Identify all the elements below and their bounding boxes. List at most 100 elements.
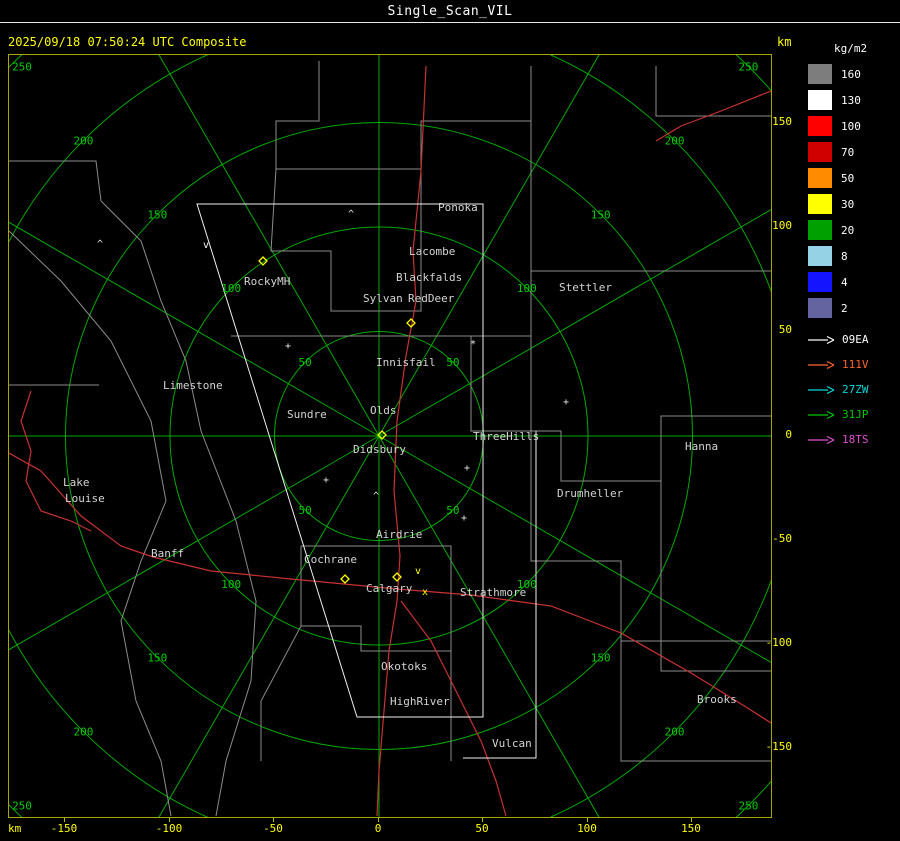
- x-axis-tick-label: -100: [155, 822, 183, 835]
- x-axis-tick-label: 0: [374, 822, 382, 835]
- legend-color-swatch: [808, 168, 832, 188]
- x-axis-tick-label: -50: [263, 822, 283, 835]
- county-boundary: [275, 61, 532, 170]
- legend-value-label: 8: [841, 249, 848, 263]
- x-axis-tick-label: 50: [475, 822, 489, 835]
- radar-site-legend-entry: 27ZW: [808, 377, 900, 402]
- range-ring-label: 50: [446, 504, 459, 517]
- legend-entry: 50: [808, 165, 900, 191]
- legend-value-label: 70: [841, 145, 855, 159]
- county-boundary: [260, 625, 302, 761]
- radar-map-canvas[interactable]: 50 5050 50100 100100 100150 150150 150200 20020…: [9, 55, 771, 817]
- radar-site-legend-entry: 09EA: [808, 327, 900, 352]
- legend-color-swatch: [808, 194, 832, 214]
- site-arrow-icon: [808, 335, 835, 344]
- range-ring-label: 150: [591, 208, 611, 221]
- site-id-label: 31JP: [842, 408, 869, 421]
- point-marker: +: [323, 475, 329, 486]
- radar-viewer-window: { "window": { "title": "Single_Scan_VIL"…: [0, 0, 900, 841]
- legend-entry: 20: [808, 217, 900, 243]
- city-label: Drumheller: [557, 487, 624, 500]
- point-marker: +: [464, 463, 470, 474]
- radar-map[interactable]: 50 50 50 50 100 100 100 100 150 150 150 150 200 200 20…: [8, 54, 772, 818]
- range-ring-label: 150: [147, 208, 167, 221]
- legend-value-label: 160: [841, 67, 861, 81]
- radar-app-screen: Single_Scan_VIL 2025/09/18 07:50:24 UTC …: [0, 0, 900, 841]
- site-arrow-icon: [808, 435, 835, 444]
- point-marker: +: [563, 397, 569, 408]
- window-title: Single_Scan_VIL: [387, 4, 513, 19]
- city-label: Vulcan: [492, 737, 532, 750]
- legend-entry: 160: [808, 61, 900, 87]
- x-axis-tick-label: 150: [681, 822, 701, 835]
- legend-entry: 30: [808, 191, 900, 217]
- y-axis-tick-label: -50: [772, 532, 792, 545]
- city-label: Airdrie: [376, 528, 422, 541]
- range-ring-label: 200: [73, 134, 93, 147]
- point-marker: *: [470, 339, 476, 350]
- site-arrow-icon: [808, 360, 835, 369]
- city-label: Limestone: [163, 379, 223, 392]
- legend-unit-label: kg/m2: [834, 42, 868, 55]
- point-marker: ^: [373, 491, 379, 502]
- city-label: Innisfail: [376, 356, 436, 369]
- county-boundary: [530, 431, 701, 642]
- azimuth-line: [9, 221, 380, 437]
- site-id-label: 18TS: [842, 433, 869, 446]
- scan-timestamp: 2025/09/18 07:50:24 UTC Composite: [8, 35, 247, 49]
- range-ring-label: 250: [12, 61, 32, 74]
- city-label: Brooks: [697, 693, 737, 706]
- range-ring-label: 50: [298, 356, 311, 369]
- city-label: Strathmore: [460, 586, 526, 599]
- range-ring-label: 250: [12, 799, 32, 812]
- x-axis-tick-label: -150: [50, 822, 78, 835]
- range-ring-label: 150: [147, 652, 167, 665]
- x-axis-tick-label: 100: [577, 822, 597, 835]
- y-axis-tick-label: 0: [785, 428, 792, 441]
- city-label: Calgary: [366, 582, 413, 595]
- city-label: Stettler: [559, 281, 612, 294]
- county-boundary: [270, 168, 422, 312]
- legend-value-label: 100: [841, 119, 861, 133]
- legend-entry: 70: [808, 139, 900, 165]
- highway: [400, 600, 507, 817]
- y-axis-tick-label: 150: [772, 115, 792, 128]
- county-boundary: [530, 271, 771, 482]
- city-label: Sylvan: [363, 292, 403, 305]
- city-label: HighRiver: [390, 695, 450, 708]
- city-label: ThreeHills: [473, 430, 539, 443]
- radar-site-legend: 09EA 111V 27ZW 31JP 18TS: [808, 327, 900, 452]
- x-axis: km -150 -100 -50 0 50 100 150: [0, 818, 900, 841]
- point-marker: ^: [97, 239, 103, 250]
- vil-scale-legend: kg/m2 160 130 100 70 50 30 20 8 4 2 09EA 111V 27ZW 3…: [808, 42, 900, 452]
- city-label: Lacombe: [409, 245, 455, 258]
- y-axis-tick-label: -100: [765, 636, 793, 649]
- city-label: Banff: [151, 547, 184, 560]
- site-id-label: 27ZW: [842, 383, 869, 396]
- range-ring-label: 200: [73, 726, 93, 739]
- point-marker: v: [415, 566, 421, 577]
- point-marker: +: [461, 513, 467, 524]
- legend-color-swatch: [808, 272, 832, 292]
- y-axis-tick-label: 100: [772, 219, 792, 232]
- legend-color-swatch: [808, 116, 832, 136]
- city-label: Olds: [370, 404, 397, 417]
- legend-color-swatch: [808, 298, 832, 318]
- legend-value-label: 130: [841, 93, 861, 107]
- range-ring-label: 200: [665, 134, 685, 147]
- legend-color-swatch: [808, 64, 832, 84]
- y-axis-tick-label: 50: [778, 323, 792, 336]
- legend-entry: 130: [808, 87, 900, 113]
- city-label: Blackfalds: [396, 271, 462, 284]
- point-marker: x: [422, 587, 428, 598]
- azimuth-line: [378, 435, 771, 663]
- radar-site-legend-entry: 31JP: [808, 402, 900, 427]
- highway: [20, 390, 92, 532]
- y-axis: 150 100 50 0 -50 -100 -150: [752, 0, 796, 841]
- radar-site-legend-entry: 111V: [808, 352, 900, 377]
- city-label: Louise: [65, 492, 105, 505]
- legend-value-label: 50: [841, 171, 855, 185]
- range-ring-label: 50: [446, 356, 459, 369]
- site-id-label: 09EA: [842, 333, 869, 346]
- city-label: RockyMH: [244, 275, 290, 288]
